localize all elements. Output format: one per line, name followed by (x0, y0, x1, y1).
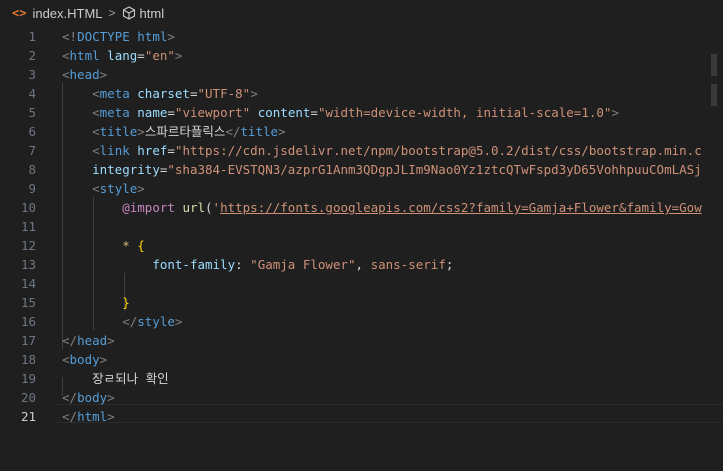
code-editor[interactable]: 1 <!DOCTYPE html> 2 <html lang="en"> 3 <head>… (0, 26, 723, 471)
code-text[interactable]: <body> (62, 350, 107, 369)
code-text[interactable]: integrity="sha384-EVSTQN3/azprG1Anm3QDgp… (62, 160, 702, 179)
line-number: 3 (28, 67, 36, 82)
line-number: 12 (20, 238, 36, 253)
code-text[interactable]: </head> (62, 331, 115, 350)
line-number: 9 (28, 181, 36, 196)
code-line[interactable]: 8 integrity="sha384-EVSTQN3/azprG1Anm3QD… (0, 160, 723, 179)
breadcrumb-file[interactable]: index.HTML (32, 6, 102, 21)
line-number: 20 (20, 390, 36, 405)
line-number: 18 (20, 352, 36, 367)
code-text[interactable]: font-family: "Gamja Flower", sans-serif; (62, 255, 453, 274)
line-number: 10 (20, 200, 36, 215)
code-text[interactable]: </html> (62, 407, 115, 426)
code-text[interactable]: 장ㄹ되나 확인 (62, 369, 169, 388)
code-line[interactable]: 20 </body> (0, 388, 723, 407)
code-line[interactable]: 16 </style> (0, 312, 723, 331)
code-text[interactable]: <meta charset="UTF-8"> (62, 84, 258, 103)
code-line[interactable]: 10 @import url('https://fonts.googleapis… (0, 198, 723, 217)
line-number: 11 (20, 219, 36, 234)
code-text[interactable]: @import url('https://fonts.googleapis.co… (62, 198, 702, 217)
code-text[interactable]: </style> (62, 312, 182, 331)
code-line[interactable]: 7 <link href="https://cdn.jsdelivr.net/n… (0, 141, 723, 160)
line-number: 14 (20, 276, 36, 291)
line-number: 15 (20, 295, 36, 310)
code-line[interactable]: 3 <head> (0, 65, 723, 84)
chevron-right-icon: > (108, 6, 116, 20)
breadcrumb-symbol[interactable]: html (140, 6, 165, 21)
code-line[interactable]: 11 (0, 217, 723, 236)
code-line[interactable]: 9 <style> (0, 179, 723, 198)
code-line[interactable]: 5 <meta name="viewport" content="width=d… (0, 103, 723, 122)
code-text[interactable]: <html lang="en"> (62, 46, 182, 65)
code-text[interactable]: <style> (62, 179, 145, 198)
line-number: 21 (20, 409, 36, 424)
code-line[interactable]: 19 장ㄹ되나 확인 (0, 369, 723, 388)
line-number: 19 (20, 371, 36, 386)
line-number: 1 (28, 29, 36, 44)
line-number: 6 (28, 124, 36, 139)
line-number: 2 (28, 48, 36, 63)
line-number: 17 (20, 333, 36, 348)
code-line[interactable]: 17 </head> (0, 331, 723, 350)
code-line[interactable]: 1 <!DOCTYPE html> (0, 27, 723, 46)
code-text[interactable]: <title>스파르타플릭스</title> (62, 122, 285, 141)
line-number: 16 (20, 314, 36, 329)
cube-icon (122, 6, 136, 20)
code-text[interactable]: <meta name="viewport" content="width=dev… (62, 103, 619, 122)
code-line[interactable]: 2 <html lang="en"> (0, 46, 723, 65)
code-line[interactable]: 6 <title>스파르타플릭스</title> (0, 122, 723, 141)
line-number: 7 (28, 143, 36, 158)
html-file-icon: <> (12, 6, 27, 20)
code-line[interactable]: 12 * { (0, 236, 723, 255)
line-number: 5 (28, 105, 36, 120)
line-number: 13 (20, 257, 36, 272)
code-line[interactable]: 13 font-family: "Gamja Flower", sans-ser… (0, 255, 723, 274)
code-text[interactable]: } (62, 293, 130, 312)
code-text[interactable]: <!DOCTYPE html> (62, 27, 175, 46)
code-text[interactable]: <link href="https://cdn.jsdelivr.net/npm… (62, 141, 702, 160)
code-line[interactable]: 14 (0, 274, 723, 293)
code-line[interactable]: 4 <meta charset="UTF-8"> (0, 84, 723, 103)
breadcrumb: <> index.HTML > html (0, 0, 723, 26)
code-text[interactable]: * { (62, 236, 145, 255)
line-number: 8 (28, 162, 36, 177)
line-number: 4 (28, 86, 36, 101)
code-line[interactable]: 21 </html> (0, 407, 723, 426)
code-text[interactable]: </body> (62, 388, 115, 407)
code-line[interactable]: 18 <body> (0, 350, 723, 369)
code-text[interactable]: <head> (62, 65, 107, 84)
code-line[interactable]: 15 } (0, 293, 723, 312)
